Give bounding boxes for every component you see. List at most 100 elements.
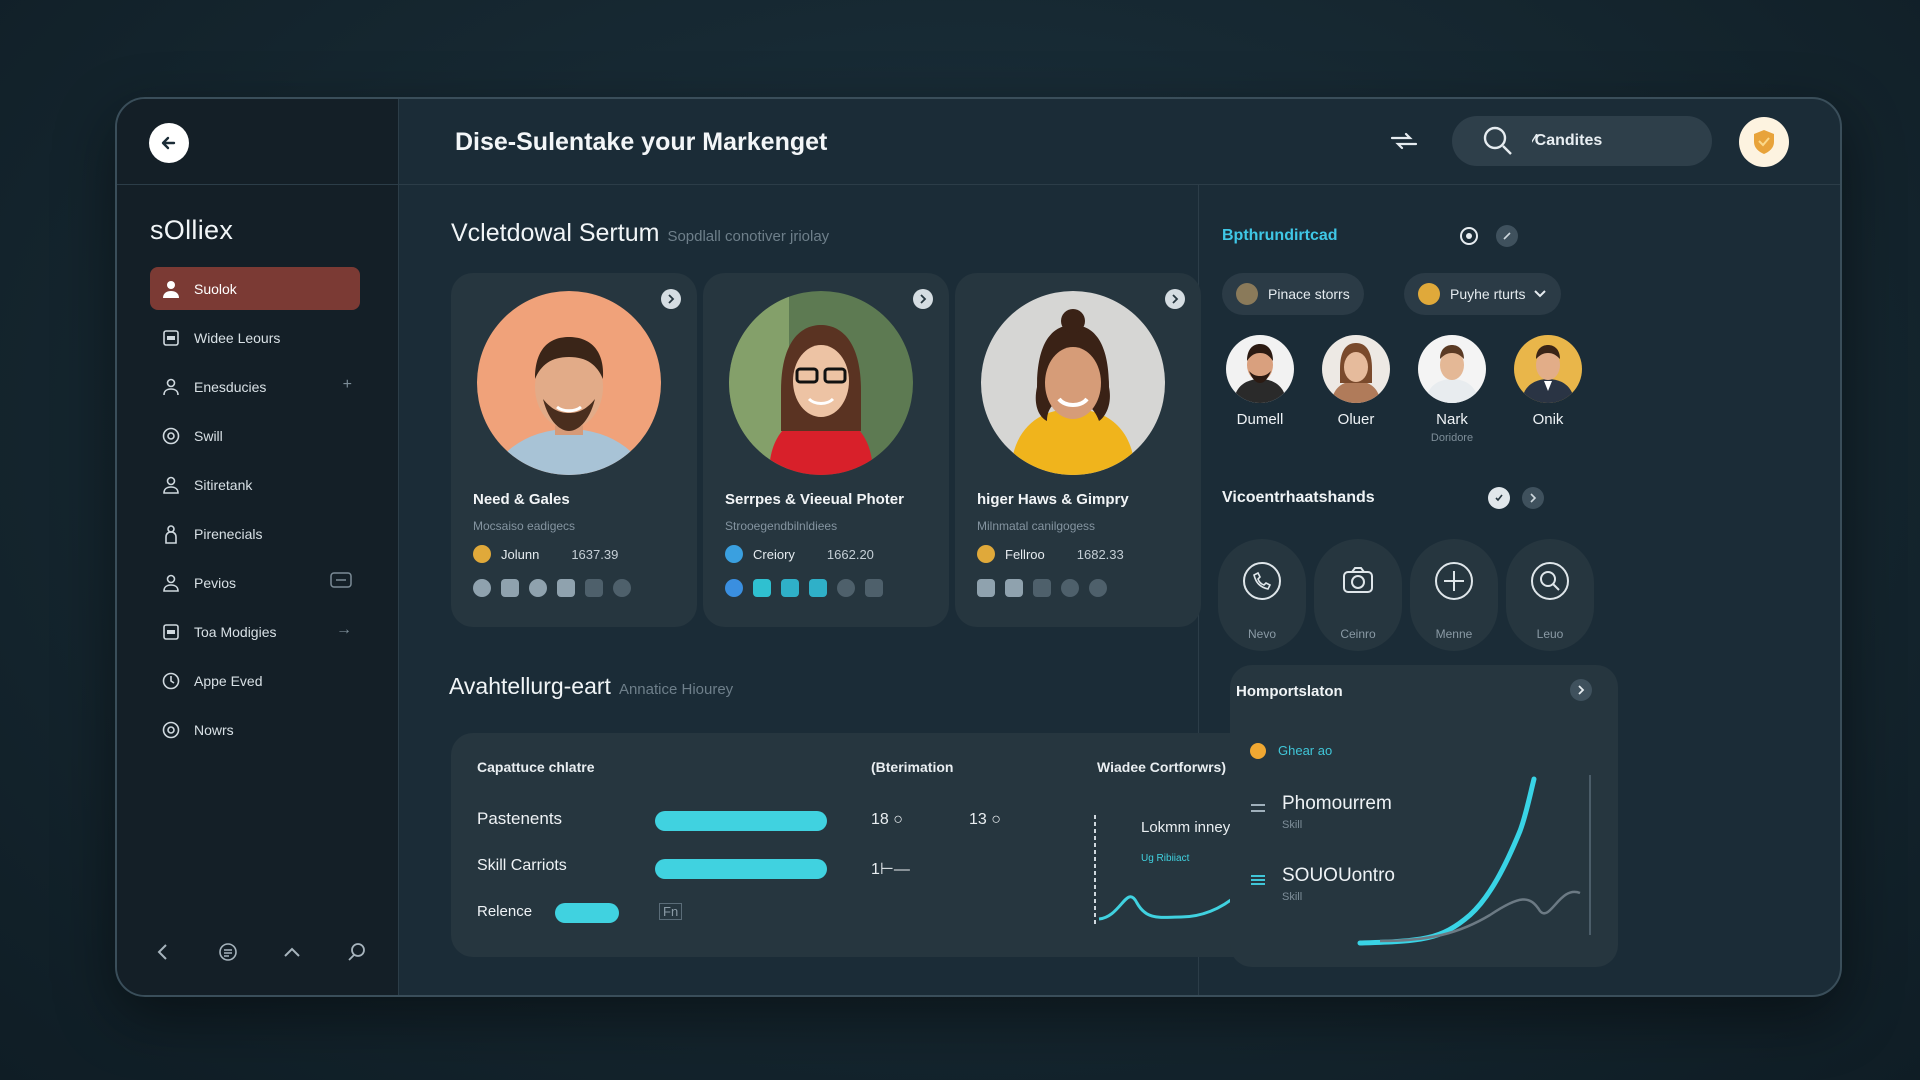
sidebar-item-swill[interactable]: Swill (150, 414, 360, 457)
progress-bar (555, 903, 619, 923)
profile-card[interactable]: higer Haws & Gimpry Milnmatal canilgoges… (955, 273, 1201, 627)
user-avatar[interactable] (1739, 117, 1789, 167)
perf-item-sub: Skill (1282, 891, 1303, 903)
link-icon[interactable] (585, 579, 603, 597)
plus-icon[interactable]: + (343, 376, 352, 394)
stat-value: Fn (659, 903, 683, 920)
redo-arrow-icon[interactable] (1389, 131, 1419, 151)
profile-photo (729, 291, 913, 475)
refresh-icon[interactable] (1061, 579, 1079, 597)
chevron-left-icon[interactable] (150, 939, 176, 965)
tool-label: Menne (1435, 627, 1473, 641)
sidebar-item-label: Sitiretank (194, 476, 253, 493)
person-icon (160, 523, 182, 545)
search-icon (1522, 553, 1578, 609)
tool-button-nevo[interactable]: Nevo (1218, 539, 1306, 651)
team-member[interactable]: Onik (1510, 335, 1586, 428)
image-icon[interactable] (781, 579, 799, 597)
search-input[interactable] (1532, 132, 1692, 150)
card-number: 1662.20 (826, 546, 874, 562)
arrow-right-icon[interactable]: → (336, 621, 352, 639)
heart-icon[interactable] (613, 579, 631, 597)
globe-icon[interactable] (473, 579, 491, 597)
list-icon[interactable] (215, 939, 241, 965)
sidebar-item-pirenecials[interactable]: Pirenecials (150, 512, 360, 555)
team-member[interactable]: Oluer (1318, 335, 1394, 428)
share-icon[interactable] (865, 579, 883, 597)
right-panel: Bpthrundirtcad Pinace storrs Puyhe rturt… (1200, 185, 1840, 995)
progress-bar (655, 811, 827, 831)
avatar (1322, 335, 1390, 403)
settings-icon[interactable] (1033, 579, 1051, 597)
close-icon[interactable] (1165, 289, 1185, 309)
refresh-icon[interactable] (1458, 225, 1480, 247)
chevron-down-icon (1534, 290, 1547, 298)
window-icon[interactable] (330, 572, 352, 593)
more-icon[interactable] (1496, 225, 1518, 247)
close-icon[interactable] (913, 289, 933, 309)
arrow-right-icon[interactable] (1570, 679, 1592, 701)
analytics-subtitle: Annatice Hiourey (618, 681, 734, 698)
sidebar-item-pevios[interactable]: Pevios (150, 561, 360, 604)
person-icon (160, 572, 182, 594)
target-icon (160, 425, 182, 447)
sidebar-item-widee-leours[interactable]: Widee Leours (150, 316, 360, 359)
team-member[interactable]: Nark Doridore (1414, 335, 1490, 444)
info-icon[interactable] (501, 579, 519, 597)
camera-icon[interactable] (557, 579, 575, 597)
dropdown-chip[interactable]: Puyhe rturts (1404, 273, 1562, 315)
tag-icon[interactable] (809, 579, 827, 597)
member-name: Oluer (1337, 411, 1375, 428)
chat-icon[interactable] (753, 579, 771, 597)
card-meta: Creiory 1662.20 (725, 545, 874, 563)
sidebar-item-appe-eved[interactable]: Appe Eved (150, 659, 360, 702)
profile-card[interactable]: Need & Gales Mocsaiso eadigecs Jolunn 16… (451, 273, 697, 627)
member-name: Nark (1436, 411, 1468, 428)
card-icon-row (473, 579, 631, 597)
globe-icon[interactable] (725, 579, 743, 597)
check-icon[interactable] (1488, 487, 1510, 509)
search-bar[interactable] (1452, 116, 1712, 166)
sidebar-item-suolok[interactable]: Suolok (150, 267, 360, 310)
card-tag: Creiory (753, 546, 795, 562)
card-icon-row (977, 579, 1107, 597)
tool-button-menne[interactable]: Menne (1410, 539, 1498, 651)
featured-subtitle: Sopdlall conotiver jriolay (667, 228, 830, 245)
card-tag: Jolunn (501, 546, 540, 562)
sidebar-nav: Suolok Widee Leours Enesducies + Swill S… (150, 267, 360, 757)
wave-icon[interactable] (1005, 579, 1023, 597)
sidebar-item-toa-modigies[interactable]: Toa Modigies → (150, 610, 360, 653)
heart-icon[interactable] (837, 579, 855, 597)
search-icon[interactable] (344, 939, 370, 965)
chip-label: Pinace storrs (1268, 286, 1350, 302)
card-meta: Fellroo 1682.33 (977, 545, 1124, 563)
sidebar-item-label: Pevios (194, 574, 237, 591)
plus-icon (1426, 553, 1482, 609)
team-member[interactable]: Dumell (1222, 335, 1298, 428)
car-icon[interactable] (977, 579, 995, 597)
chevron-up-icon[interactable] (279, 939, 305, 965)
store-icon (1236, 283, 1258, 305)
back-button[interactable] (149, 123, 189, 163)
profile-card[interactable]: Serrpes & Vieeual Photer Strooegendbilnl… (703, 273, 949, 627)
sidebar-item-label: Suolok (194, 280, 237, 297)
sidebar-item-enesducies[interactable]: Enesducies + (150, 365, 360, 408)
filter-chip[interactable]: Pinace storrs (1222, 273, 1364, 315)
clock-icon (160, 670, 182, 692)
tool-button-leuo[interactable]: Leuo (1506, 539, 1594, 651)
close-icon[interactable] (661, 289, 681, 309)
heart-icon[interactable] (1089, 579, 1107, 597)
refresh-icon[interactable] (529, 579, 547, 597)
profile-photo (477, 291, 661, 475)
sidebar-item-label: Nowrs (194, 721, 234, 738)
main-content: Vcletdowal Sertum Sopdlall conotiver jrio… (399, 185, 1339, 995)
sidebar-item-nowrs[interactable]: Nowrs (150, 708, 360, 751)
tool-button-ceinro[interactable]: Ceinro (1314, 539, 1402, 651)
tool-label: Leuo (1536, 627, 1564, 641)
stat-value: 18 ○ (871, 811, 903, 828)
sidebar: sOlliex Suolok Widee Leours Enesducies +… (117, 99, 399, 995)
phone-icon (1234, 553, 1290, 609)
sidebar-item-sitiretank[interactable]: Sitiretank (150, 463, 360, 506)
performance-panel: Homportslaton Ghear ao Phomourrem Skill … (1230, 665, 1618, 967)
arrow-right-icon[interactable] (1522, 487, 1544, 509)
